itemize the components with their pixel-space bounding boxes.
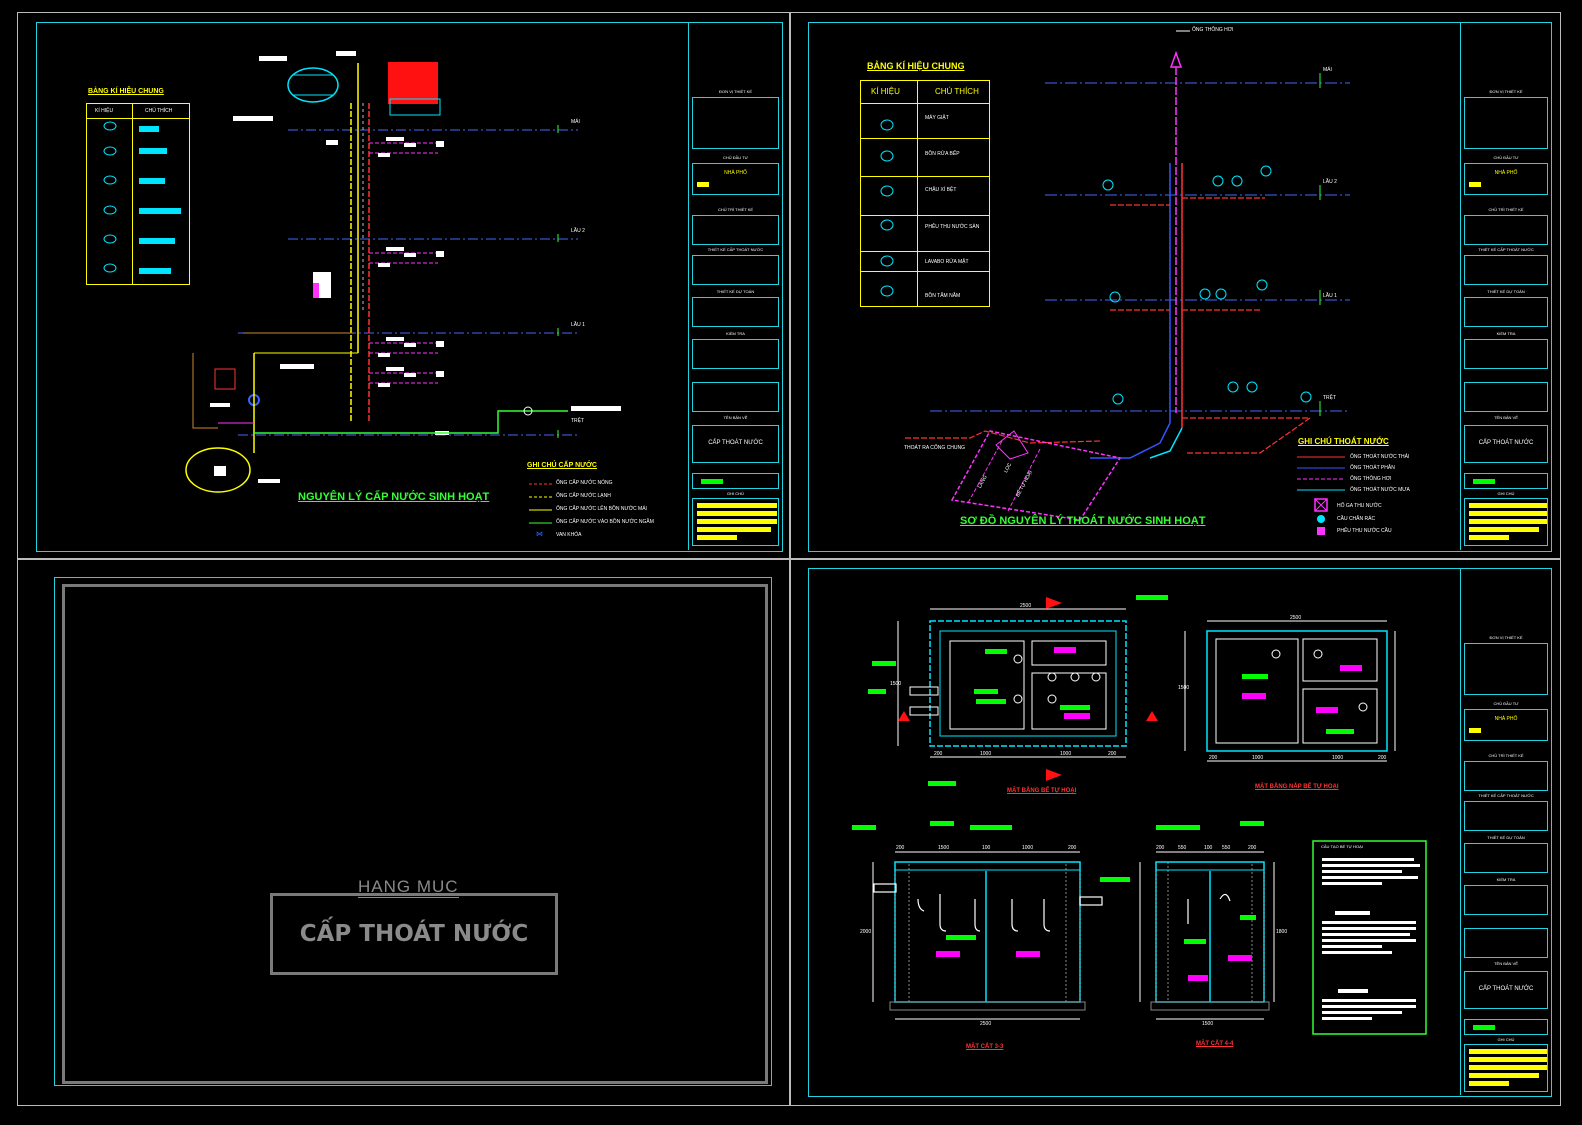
supply-drawing-title: NGUYÊN LÝ CẤP NƯỚC SINH HOẠT xyxy=(298,491,490,503)
dim-cover-b: 1000 xyxy=(1252,755,1264,761)
drainage-schematic xyxy=(880,30,1350,535)
dim-sec3-width: 2500 xyxy=(980,1021,992,1027)
dim-cover-width: 2500 xyxy=(1290,615,1302,621)
dim-sec4-a: 200 xyxy=(1156,845,1165,851)
plan-title: MẶT BẰNG BỂ TỰ HOẠI xyxy=(1007,788,1077,794)
dim-sec3-b: 1500 xyxy=(938,845,950,851)
septic-drawings xyxy=(872,597,1427,1035)
dim-sec3-e: 200 xyxy=(1068,845,1077,851)
floor-label-ground: TRỆT xyxy=(1323,395,1337,401)
vent-label: ỐNG THÔNG HƠI xyxy=(1192,27,1234,33)
dim-sec4-b: 550 xyxy=(1178,845,1187,851)
septic-notes-title: CẤU TẠO BỂ TỰ HOẠI xyxy=(1321,844,1363,849)
floor-label-level1: LẦU 1 xyxy=(1323,293,1337,299)
tb-job-title: CẤP THOÁT NƯỚC xyxy=(1478,440,1534,446)
cover-plan-title: MẶT BẰNG NẮP BỂ TỰ HOẠI xyxy=(1255,784,1339,790)
dim-plan-d: 200 xyxy=(1108,751,1117,757)
dim-sec3-c: 100 xyxy=(982,845,991,851)
dim-sec3-a: 200 xyxy=(896,845,905,851)
supply-notes-title: GHI CHÚ CẤP NƯỚC xyxy=(527,462,597,469)
dim-sec4-d: 550 xyxy=(1222,845,1231,851)
floor-label-roof: MÁI xyxy=(1323,67,1332,73)
drainage-note-4: ỐNG THOÁT NƯỚC MƯA xyxy=(1350,487,1410,493)
supply-note-1: ỐNG CẤP NƯỚC NÓNG xyxy=(556,480,613,486)
dim-cover-d: 200 xyxy=(1378,755,1387,761)
dim-sec4-c: 100 xyxy=(1204,845,1213,851)
supply-note-5: VAN KHÓA xyxy=(556,532,582,538)
drainage-note-6: CẦU CHẮN RÁC xyxy=(1337,516,1376,522)
dim-sec3-height: 2000 xyxy=(860,929,872,935)
sheet-water-supply[interactable]: BẢNG KÍ HIỆU CHUNG KÍ HIỆU CHÚ THÍCH ⋈ M… xyxy=(17,12,791,560)
sheet-drainage[interactable]: BẢNG KÍ HIỆU CHUNG KÍ HIỆU CHÚ THÍCH MÁY… xyxy=(789,12,1561,560)
section-3-title: MẶT CẮT 3-3 xyxy=(966,1044,1004,1050)
dim-cover-a: 200 xyxy=(1209,755,1218,761)
tb-job-title: CẤP THOÁT NƯỚC xyxy=(1478,986,1534,992)
title-block: ĐƠN VỊ THIẾT KẾ CHỦ ĐẦU TƯ NHÀ PHỐ CHỦ T… xyxy=(688,22,782,550)
dim-sec3-d: 1000 xyxy=(1022,845,1034,851)
dim-sec4-e: 200 xyxy=(1248,845,1257,851)
floor-label-ground: TRỆT xyxy=(571,418,585,424)
cover-title: CẤP THOÁT NƯỚC xyxy=(299,921,529,947)
floor-label-level2: LẦU 2 xyxy=(571,228,585,234)
dim-cover-c: 1000 xyxy=(1332,755,1344,761)
sheet-septic-tank[interactable]: 2500 1500 200 1000 1000 200 2500 1500 20… xyxy=(789,558,1561,1106)
svg-text:⋈: ⋈ xyxy=(536,531,543,538)
dim-plan-depth: 1500 xyxy=(890,681,902,687)
tb-job-title: CẤP THOÁT NƯỚC xyxy=(708,440,763,446)
floor-label-level1: LẦU 1 xyxy=(571,322,585,328)
dim-plan-a: 200 xyxy=(934,751,943,757)
dim-sec4-height: 1800 xyxy=(1276,929,1288,935)
dim-plan-b: 1000 xyxy=(980,751,992,757)
drainage-note-5: HỐ GA THU NƯỚC xyxy=(1337,503,1382,509)
title-block: ĐƠN VỊ THIẾT KẾ CHỦ ĐẦU TƯ NHÀ PHỐ CHỦ T… xyxy=(1460,568,1551,1095)
drainage-notes-title: GHI CHÚ THOÁT NƯỚC xyxy=(1298,437,1389,446)
drainage-note-3: ỐNG THÔNG HƠI xyxy=(1350,476,1392,482)
dim-plan-c: 1000 xyxy=(1060,751,1072,757)
supply-schematic: ⋈ xyxy=(103,51,621,538)
title-block: ĐƠN VỊ THIẾT KẾ CHỦ ĐẦU TƯ NHÀ PHỐ CHỦ T… xyxy=(1460,22,1551,550)
floor-label-roof: MÁI xyxy=(571,119,580,125)
drainage-drawing-title: SƠ ĐỒ NGUYÊN LÝ THOÁT NƯỚC SINH HOẠT xyxy=(960,515,1206,527)
section-4-title: MẶT CẮT 4-4 xyxy=(1196,1041,1234,1047)
supply-note-4: ỐNG CẤP NƯỚC VÀO BỒN NƯỚC NGẦM xyxy=(556,519,654,525)
supply-note-2: ỐNG CẤP NƯỚC LẠNH xyxy=(556,493,611,499)
drainage-note-7: PHỄU THU NƯỚC CẦU xyxy=(1337,528,1392,534)
drainage-note-1: ỐNG THOÁT NƯỚC THẢI xyxy=(1350,454,1410,460)
cover-inner-frame xyxy=(62,584,768,1084)
floor-label-level2: LẦU 2 xyxy=(1323,179,1337,185)
dim-plan-width: 2500 xyxy=(1020,603,1032,609)
drainage-note-2: ỐNG THOÁT PHÂN xyxy=(1350,465,1395,471)
outlet-label: THOÁT RA CỐNG CHUNG xyxy=(904,445,966,451)
sheet-cover[interactable]: HẠNG MỤC CẤP THOÁT NƯỚC xyxy=(17,558,791,1106)
supply-note-3: ỐNG CẤP NƯỚC LÊN BỒN NƯỚC MÁI xyxy=(556,506,647,512)
dim-sec4-width: 1500 xyxy=(1202,1021,1214,1027)
dim-cover-depth: 1500 xyxy=(1178,685,1190,691)
